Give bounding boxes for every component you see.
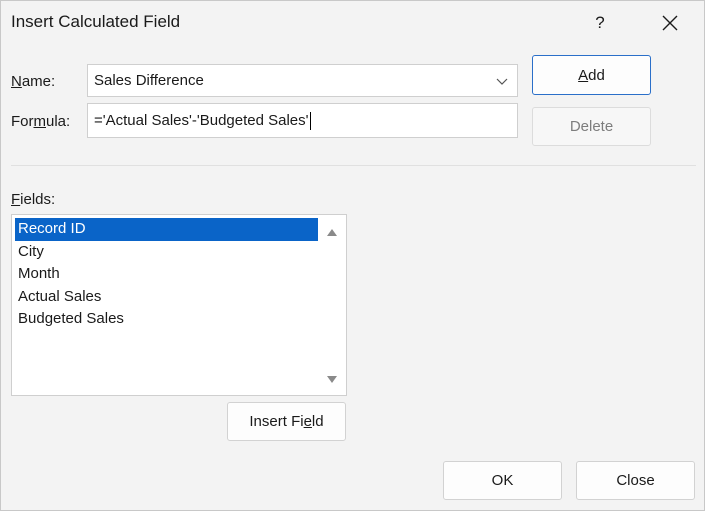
- name-dropdown-button[interactable]: [488, 66, 516, 96]
- help-button[interactable]: ?: [581, 5, 619, 41]
- insert-calculated-field-dialog: Insert Calculated Field ? Name: Sales Di…: [0, 0, 705, 511]
- scroll-up-button[interactable]: [319, 222, 345, 242]
- insert-field-button[interactable]: Insert Fi e ld: [227, 402, 346, 441]
- list-item[interactable]: Actual Sales: [15, 286, 318, 309]
- fields-listbox[interactable]: Record ID City Month Actual Sales Budget…: [11, 214, 347, 396]
- close-icon: [662, 15, 678, 31]
- formula-label: Formula:: [11, 113, 71, 130]
- close-dialog-button[interactable]: [651, 5, 689, 41]
- add-button[interactable]: Add: [532, 55, 651, 95]
- text-caret: [309, 111, 311, 130]
- name-combobox[interactable]: Sales Difference: [87, 64, 518, 97]
- name-label: Name:: [11, 73, 56, 90]
- dialog-title: Insert Calculated Field: [11, 12, 181, 31]
- formula-value: ='Actual Sales'-'Budgeted Sales': [94, 112, 309, 129]
- fields-label: Fields:: [11, 191, 56, 208]
- fields-scrollbar[interactable]: [319, 216, 345, 394]
- list-item[interactable]: Month: [15, 263, 318, 286]
- list-item[interactable]: Budgeted Sales: [15, 308, 318, 331]
- formula-input[interactable]: ='Actual Sales'-'Budgeted Sales': [87, 103, 518, 138]
- scroll-down-button[interactable]: [319, 370, 345, 390]
- title-bar: Insert Calculated Field ?: [1, 1, 704, 45]
- separator: [11, 165, 696, 166]
- fields-list: Record ID City Month Actual Sales Budget…: [15, 218, 318, 331]
- help-icon: ?: [595, 13, 605, 32]
- list-item[interactable]: City: [15, 241, 318, 264]
- close-button[interactable]: Close: [576, 461, 695, 500]
- scroll-up-icon: [327, 229, 337, 236]
- ok-button[interactable]: OK: [443, 461, 562, 500]
- list-item[interactable]: Record ID: [15, 218, 318, 241]
- name-value: Sales Difference: [94, 72, 204, 89]
- scroll-down-icon: [327, 376, 337, 383]
- delete-button[interactable]: Delete: [532, 107, 651, 146]
- chevron-down-icon: [496, 78, 508, 85]
